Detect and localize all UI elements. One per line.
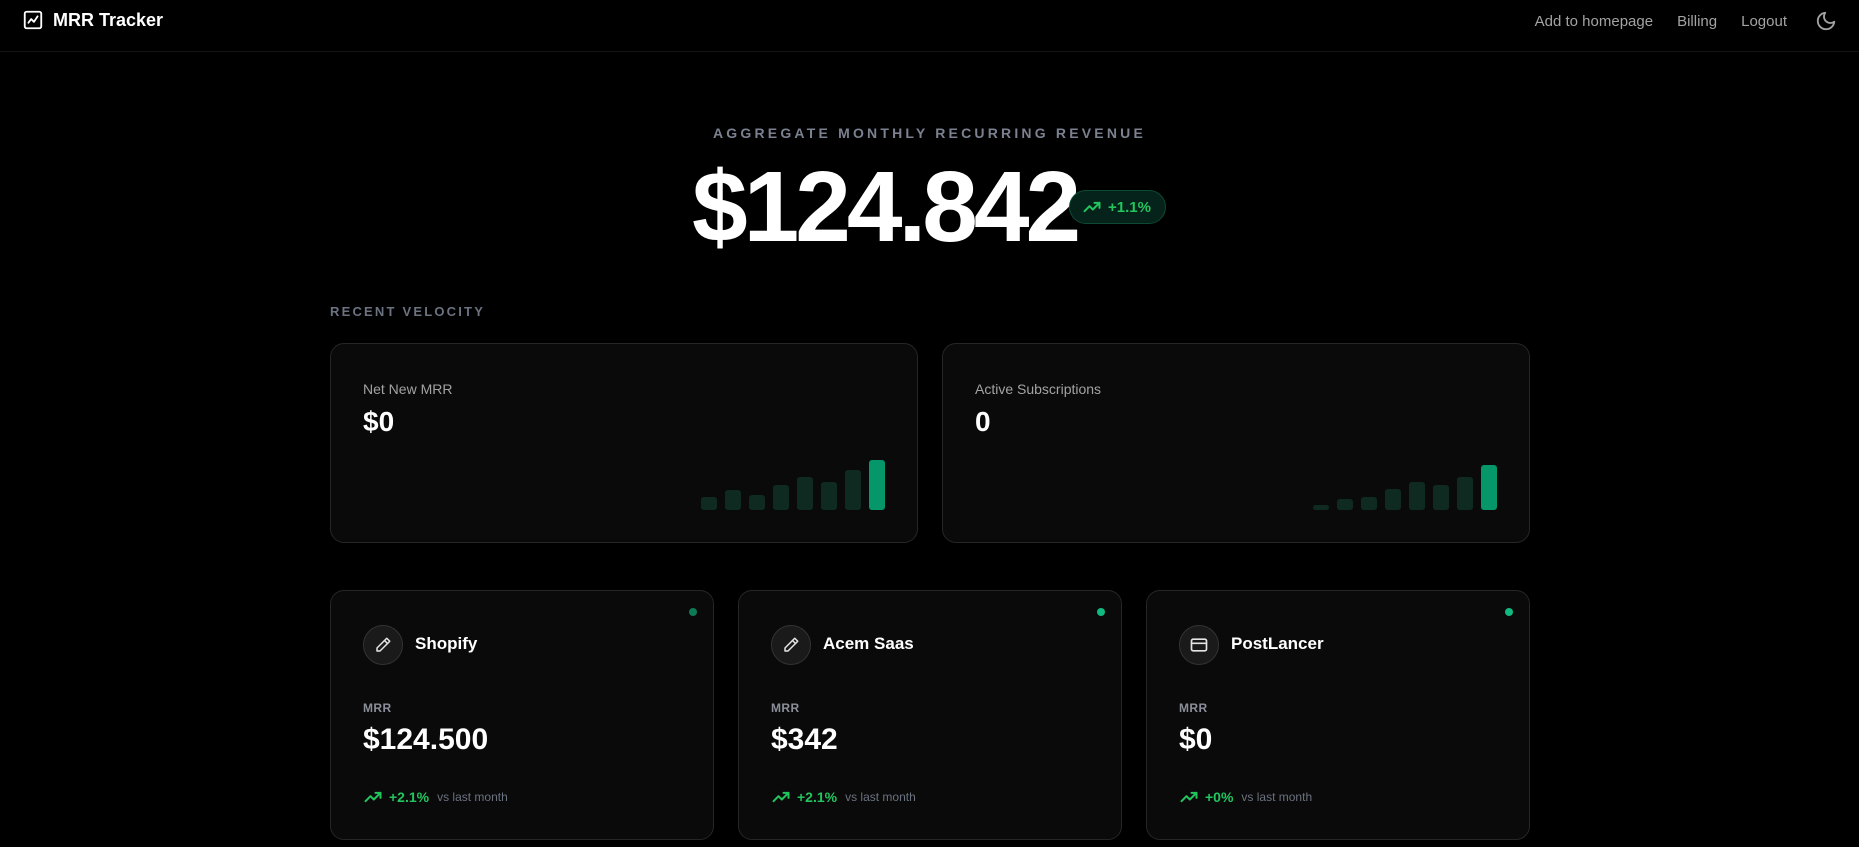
source-name: PostLancer — [1231, 634, 1324, 653]
mrr-value: $342 — [771, 723, 838, 756]
pencil-icon — [784, 637, 799, 652]
trending-up-icon — [772, 791, 790, 803]
aggregate-change-value: +1.1% — [1108, 198, 1151, 216]
net-new-mrr-card: Net New MRR $0 — [330, 343, 918, 543]
velocity-bar — [797, 477, 813, 510]
trending-up-icon — [1180, 791, 1198, 803]
source-name: Acem Saas — [823, 634, 914, 653]
section-label-recent-velocity: RECENT VELOCITY — [330, 304, 486, 319]
status-dot — [1505, 608, 1513, 616]
status-dot — [689, 608, 697, 616]
trending-up-icon — [364, 791, 382, 803]
source-icon-button[interactable] — [771, 625, 811, 665]
velocity-bar — [725, 490, 741, 510]
velocity-bar — [1385, 489, 1401, 510]
velocity-bar — [1361, 497, 1377, 510]
billing-link[interactable]: Billing — [1677, 13, 1717, 30]
add-to-homepage-link[interactable]: Add to homepage — [1535, 13, 1653, 30]
velocity-bar — [821, 482, 837, 510]
velocity-bar — [773, 485, 789, 510]
top-navigation: MRR Tracker Add to homepage Billing Logo… — [0, 0, 1859, 52]
activity-chart-icon — [23, 10, 43, 30]
source-icon-button[interactable] — [363, 625, 403, 665]
mrr-label: MRR — [363, 701, 392, 715]
velocity-bar — [749, 495, 765, 510]
velocity-bar — [869, 460, 885, 510]
change-percent: +0% — [1205, 789, 1234, 805]
header-nav: Add to homepage Billing Logout — [1535, 10, 1837, 32]
compare-label: vs last month — [1241, 790, 1313, 804]
hero-label: AGGREGATE MONTHLY RECURRING REVENUE — [713, 125, 1146, 141]
change-percent: +2.1% — [797, 789, 838, 805]
source-card-shopify[interactable]: Shopify MRR $124.500 +2.1% vs last month — [330, 590, 714, 840]
velocity-bar — [1337, 499, 1353, 510]
source-name: Shopify — [415, 634, 478, 653]
mrr-value: $124.500 — [363, 723, 489, 756]
trend-row: +0% vs last month — [1179, 787, 1312, 807]
pencil-icon — [376, 637, 391, 652]
active-subscriptions-card: Active Subscriptions 0 — [942, 343, 1530, 543]
mrr-label: MRR — [771, 701, 800, 715]
brand[interactable]: MRR Tracker — [22, 9, 163, 31]
mini-bar-chart — [1313, 450, 1497, 510]
velocity-bar — [1313, 505, 1329, 510]
credit-card-icon — [1190, 638, 1208, 652]
logout-link[interactable]: Logout — [1741, 13, 1787, 30]
card-value: $0 — [363, 406, 395, 437]
source-card-acem-saas[interactable]: Acem Saas MRR $342 +2.1% vs last month — [738, 590, 1122, 840]
velocity-bar — [1433, 485, 1449, 510]
mini-bar-chart — [701, 450, 885, 510]
source-card-postlancer[interactable]: PostLancer MRR $0 +0% vs last month — [1146, 590, 1530, 840]
compare-label: vs last month — [437, 790, 508, 804]
mrr-label: MRR — [1179, 701, 1208, 715]
velocity-bar — [1409, 482, 1425, 510]
mrr-value: $0 — [1179, 723, 1213, 756]
velocity-bar — [1457, 477, 1473, 510]
velocity-bar — [1481, 465, 1497, 510]
change-percent: +2.1% — [389, 789, 430, 805]
trend-row: +2.1% vs last month — [363, 787, 508, 807]
moon-icon[interactable] — [1815, 10, 1837, 32]
card-value: 0 — [975, 406, 991, 437]
aggregate-mrr-value: $124.842 — [692, 151, 1081, 263]
trend-row: +2.1% vs last month — [771, 787, 916, 807]
status-dot — [1097, 608, 1105, 616]
compare-label: vs last month — [845, 790, 916, 804]
app-title: MRR Tracker — [53, 9, 164, 30]
card-label: Active Subscriptions — [975, 381, 1102, 397]
source-icon-button[interactable] — [1179, 625, 1219, 665]
aggregate-change-badge: +1.1% — [1069, 190, 1166, 224]
velocity-bar — [701, 497, 717, 510]
trending-up-icon — [1083, 201, 1101, 213]
card-label: Net New MRR — [363, 381, 453, 397]
velocity-bar — [845, 470, 861, 510]
